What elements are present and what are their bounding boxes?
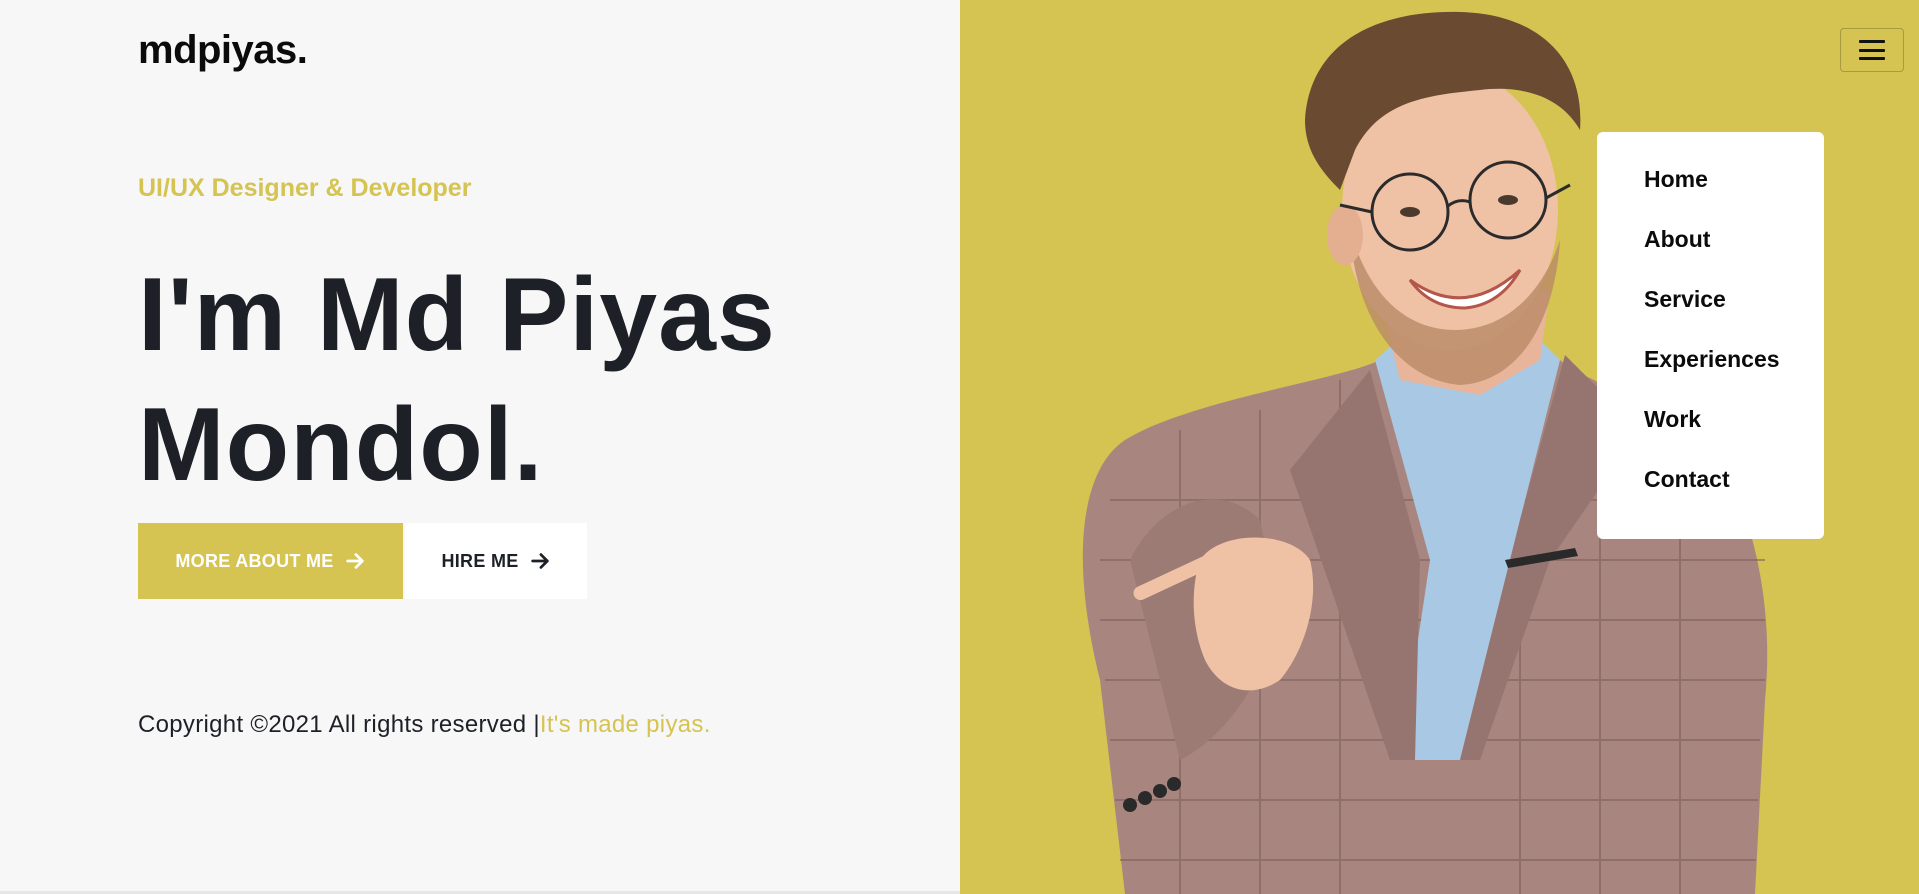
credit-link[interactable]: It's made piyas. [540, 711, 711, 738]
nav-dropdown-menu: Home About Service Experiences Work Cont… [1597, 132, 1824, 539]
hire-me-label: HIRE ME [441, 550, 519, 571]
nav-item-service[interactable]: Service [1644, 286, 1824, 346]
site-logo[interactable]: mdpiyas. [138, 28, 308, 73]
nav-item-about[interactable]: About [1644, 226, 1824, 286]
nav-item-work[interactable]: Work [1644, 406, 1824, 466]
hero-subtitle: UI/UX Designer & Developer [138, 174, 472, 202]
nav-item-home[interactable]: Home [1644, 166, 1824, 226]
nav-item-experiences[interactable]: Experiences [1644, 346, 1824, 406]
hamburger-icon [1859, 40, 1885, 60]
hero-headline: I'm Md Piyas Mondol. [138, 250, 938, 510]
hero-headline-line-1: I'm Md Piyas [138, 257, 776, 373]
hero-headline-line-2: Mondol. [138, 387, 544, 503]
copyright-text: Copyright ©2021 All rights reserved |It'… [138, 711, 711, 739]
menu-toggle-button[interactable] [1840, 28, 1904, 72]
more-about-me-label: MORE ABOUT ME [175, 550, 334, 571]
more-about-me-button[interactable]: MORE ABOUT ME [138, 523, 403, 599]
arrow-right-icon [530, 553, 549, 569]
nav-item-contact[interactable]: Contact [1644, 466, 1824, 526]
copyright-label: Copyright ©2021 All rights reserved | [138, 711, 540, 738]
hire-me-button[interactable]: HIRE ME [405, 523, 587, 599]
arrow-right-icon [345, 553, 364, 569]
